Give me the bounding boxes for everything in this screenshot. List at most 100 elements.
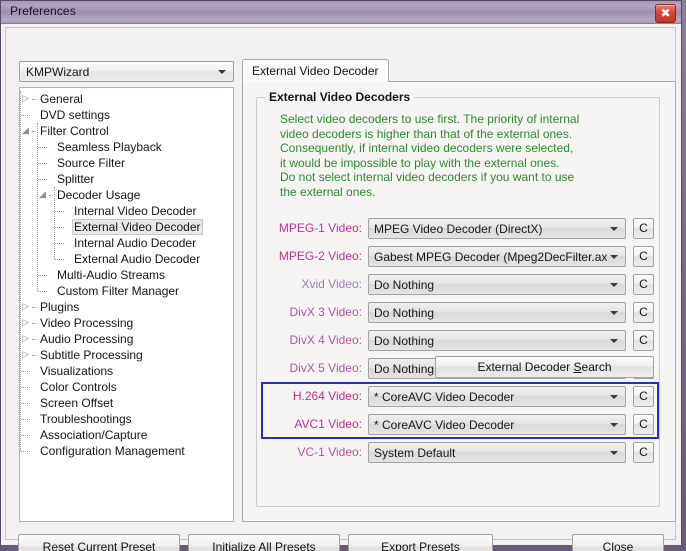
decoder-row-divx-3-video: DivX 3 Video: Do Nothing C: [257, 300, 661, 328]
tree-item-screen-offset[interactable]: Screen Offset: [20, 395, 233, 411]
tree-item-general[interactable]: ▷ General: [20, 91, 233, 107]
footer-button-close[interactable]: Close: [572, 534, 664, 551]
tree-item-label: Audio Processing: [40, 332, 134, 346]
close-window-button[interactable]: ✖: [655, 4, 676, 23]
tree-connector: [21, 451, 30, 452]
decoder-select-mpeg-1-video[interactable]: MPEG Video Decoder (DirectX): [368, 218, 626, 239]
decoder-select-mpeg-2-video[interactable]: Gabest MPEG Decoder (Mpeg2DecFilter.ax): [368, 246, 626, 267]
desktop-background: Preferences ✖ KMPWizard ▷ General DVD sett…: [0, 0, 686, 551]
footer-button-accel: E: [381, 540, 390, 551]
group-description: Select video decoders to use first. The …: [280, 112, 580, 199]
footer-button-reset-current-preset[interactable]: Reset Current Preset: [18, 534, 180, 551]
decoder-label-h-264-video: H.264 Video:: [292, 389, 362, 403]
tree-item-multi-audio-streams[interactable]: Multi-Audio Streams: [20, 267, 233, 283]
tree-connector: [21, 419, 30, 420]
decoder-label-mpeg-1-video: MPEG-1 Video:: [278, 221, 362, 235]
preset-select[interactable]: KMPWizard: [19, 61, 234, 82]
tree-item-color-controls[interactable]: Color Controls: [20, 379, 233, 395]
decoder-label-divx-5-video: DivX 5 Video:: [289, 361, 363, 375]
tree-item-configuration-management[interactable]: Configuration Management: [20, 443, 233, 459]
decoder-config-button-xvid-video[interactable]: C: [633, 274, 654, 295]
tree-item-filter-control[interactable]: ◢ Filter Control: [20, 123, 233, 139]
search-button-suffix: earch: [581, 360, 612, 374]
tree-expand-icon[interactable]: ▷: [22, 331, 29, 347]
tree-item-label: Internal Audio Decoder: [74, 236, 197, 250]
tree-item-association-capture[interactable]: Association/Capture: [20, 427, 233, 443]
tree-item-audio-processing[interactable]: ▷ Audio Processing: [20, 331, 233, 347]
tree-item-label: Subtitle Processing: [40, 348, 143, 362]
decoder-select-vc-1-video[interactable]: System Default: [368, 442, 626, 463]
decoder-config-button-divx-3-video[interactable]: C: [633, 302, 654, 323]
decoder-select-divx-3-video[interactable]: Do Nothing: [368, 302, 626, 323]
tree-item-external-audio-decoder[interactable]: External Audio Decoder: [20, 251, 233, 267]
decoder-label-mpeg-2-video: MPEG-2 Video:: [278, 249, 362, 263]
tree-item-video-processing[interactable]: ▷ Video Processing: [20, 315, 233, 331]
decoder-label-divx-3-video: DivX 3 Video:: [289, 305, 363, 319]
decoder-row-h-264-video: H.264 Video: * CoreAVC Video Decoder C: [257, 384, 661, 412]
decoder-select-h-264-video[interactable]: * CoreAVC Video Decoder: [368, 386, 626, 407]
decoder-config-button-h-264-video[interactable]: C: [633, 386, 654, 407]
decoder-config-button-mpeg-2-video[interactable]: C: [633, 246, 654, 267]
tree-item-subtitle-processing[interactable]: ▷ Subtitle Processing: [20, 347, 233, 363]
decoder-select-divx-4-video[interactable]: Do Nothing: [368, 330, 626, 351]
tree-connector: [21, 403, 30, 404]
footer-button-initialize-all-presets[interactable]: Initialize All Presets: [188, 534, 340, 551]
tree-connector: [32, 131, 36, 132]
footer-button-bar: Reset Current Preset Initialize All Prese…: [6, 528, 677, 551]
decoder-select-xvid-video[interactable]: Do Nothing: [368, 274, 626, 295]
search-button-accel: S: [573, 360, 582, 374]
window-client-area: KMPWizard ▷ General DVD settings ◢ Filter Co…: [1, 24, 681, 551]
decoder-config-button-vc-1-video[interactable]: C: [633, 442, 654, 463]
tree-item-custom-filter-manager[interactable]: Custom Filter Manager: [20, 283, 233, 299]
tree-connector: [32, 99, 36, 100]
tree-item-label: Internal Video Decoder: [74, 204, 197, 218]
tab-external-video-decoder[interactable]: External Video Decoder: [242, 59, 389, 82]
tree-expand-icon[interactable]: ▷: [22, 299, 29, 315]
tree-guide-line: [54, 187, 55, 259]
decoder-select-value: Do Nothing: [374, 334, 435, 348]
tree-item-label: Configuration Management: [40, 444, 185, 458]
tree-item-seamless-playback[interactable]: Seamless Playback: [20, 139, 233, 155]
settings-tree[interactable]: ▷ General DVD settings ◢ Filter Control Seaml…: [19, 87, 234, 522]
tree-collapse-icon[interactable]: ◢: [22, 123, 29, 139]
tree-item-label: External Audio Decoder: [74, 252, 201, 266]
tree-item-source-filter[interactable]: Source Filter: [20, 155, 233, 171]
tree-item-decoder-usage[interactable]: ◢ Decoder Usage: [20, 187, 233, 203]
chevron-down-icon: [610, 227, 618, 231]
decoder-select-avc1-video[interactable]: * CoreAVC Video Decoder: [368, 414, 626, 435]
tree-connector: [55, 211, 64, 212]
decoder-row-vc-1-video: VC-1 Video: System Default C: [257, 440, 661, 468]
tree-item-internal-audio-decoder[interactable]: Internal Audio Decoder: [20, 235, 233, 251]
tree-item-plugins[interactable]: ▷ Plugins: [20, 299, 233, 315]
decoder-row-avc1-video: AVC1 Video: * CoreAVC Video Decoder C: [257, 412, 661, 440]
tree-connector: [38, 163, 47, 164]
tree-item-label: Plugins: [40, 300, 80, 314]
decoder-select-value: System Default: [374, 446, 456, 460]
group-title: External Video Decoders: [265, 90, 415, 104]
footer-button-export-presets[interactable]: Export Presets: [348, 534, 493, 551]
decoder-config-button-divx-4-video[interactable]: C: [633, 330, 654, 351]
decoder-config-button-mpeg-1-video[interactable]: C: [633, 218, 654, 239]
tree-item-external-video-decoder[interactable]: External Video Decoder: [20, 219, 233, 235]
decoder-config-button-avc1-video[interactable]: C: [633, 414, 654, 435]
tree-item-label: Video Processing: [40, 316, 134, 330]
decoder-row-mpeg-2-video: MPEG-2 Video: Gabest MPEG Decoder (Mpeg2D…: [257, 244, 661, 272]
tree-expand-icon[interactable]: ▷: [22, 347, 29, 363]
tree-item-internal-video-decoder[interactable]: Internal Video Decoder: [20, 203, 233, 219]
tree-item-dvd-settings[interactable]: DVD settings: [20, 107, 233, 123]
tree-expand-icon[interactable]: ▷: [22, 315, 29, 331]
external-decoder-search-button[interactable]: External Decoder Search: [435, 356, 654, 378]
tree-connector: [38, 291, 47, 292]
tree-item-splitter[interactable]: Splitter: [20, 171, 233, 187]
tree-item-label: Filter Control: [40, 124, 109, 138]
tree-item-troubleshootings[interactable]: Troubleshootings: [20, 411, 233, 427]
decoder-label-divx-4-video: DivX 4 Video:: [289, 333, 363, 347]
decoder-label-avc1-video: AVC1 Video:: [294, 417, 362, 431]
tree-collapse-icon[interactable]: ◢: [39, 187, 46, 203]
tree-item-visualizations[interactable]: Visualizations: [20, 363, 233, 379]
decoder-select-value: * CoreAVC Video Decoder: [374, 418, 515, 432]
tree-expand-icon[interactable]: ▷: [22, 91, 29, 107]
decoder-row-list: MPEG-1 Video: MPEG Video Decoder (DirectX…: [257, 216, 661, 468]
tree-connector: [55, 259, 64, 260]
external-video-decoders-group: External Video Decoders Select video dec…: [256, 90, 661, 507]
